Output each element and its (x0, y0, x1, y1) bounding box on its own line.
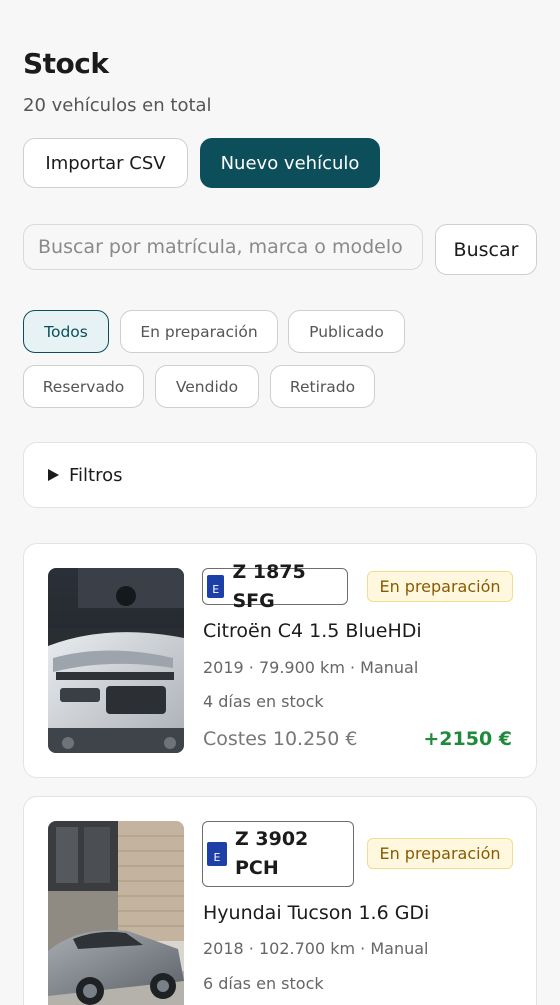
vehicle-photo (48, 568, 184, 753)
filters-toggle[interactable]: Filtros (23, 442, 537, 508)
search-button[interactable]: Buscar (435, 224, 537, 275)
license-plate: E Z 3902 PCH (202, 821, 354, 887)
days-in-stock: 6 días en stock (203, 974, 324, 993)
vehicle-costs: Costes 10.250 € (203, 728, 358, 750)
filter-chip-retirado[interactable]: Retirado (270, 365, 375, 408)
import-csv-button[interactable]: Importar CSV (23, 138, 188, 188)
status-badge: En preparación (367, 838, 513, 869)
filter-chip-publicado[interactable]: Publicado (288, 310, 405, 353)
filter-chip-todos[interactable]: Todos (23, 310, 109, 353)
vehicle-card[interactable]: E Z 3902 PCH En preparación Hyundai Tucs… (23, 796, 537, 1005)
vehicle-photo (48, 821, 184, 1005)
search-input[interactable] (23, 224, 423, 270)
vehicle-model: Citroën C4 1.5 BlueHDi (203, 620, 422, 642)
vehicle-meta: 2019 · 79.900 km · Manual (203, 658, 419, 677)
license-plate: E Z 1875 SFG (202, 560, 348, 612)
plate-country: E (207, 575, 225, 598)
vehicle-margin: +2150 € (423, 728, 512, 750)
filter-chip-vendido[interactable]: Vendido (155, 365, 259, 408)
stock-page: Stock 20 vehículos en total Importar CSV… (0, 0, 560, 1005)
filter-chip-en-preparacion[interactable]: En preparación (120, 310, 278, 353)
vehicle-meta: 2018 · 102.700 km · Manual (203, 939, 429, 958)
vehicle-count: 20 vehículos en total (23, 95, 212, 116)
days-in-stock: 4 días en stock (203, 692, 324, 711)
plate-country: E (207, 842, 227, 866)
triangle-right-icon (48, 469, 59, 481)
status-badge: En preparación (367, 571, 513, 602)
filter-chip-reservado[interactable]: Reservado (23, 365, 144, 408)
vehicle-card[interactable]: E Z 1875 SFG En preparación Citroën C4 1… (23, 543, 537, 778)
grey-hyundai-suv-photo (48, 821, 184, 1005)
page-title: Stock (23, 47, 109, 80)
plate-number: Z 1875 SFG (232, 560, 306, 612)
white-citroen-suv-photo (48, 568, 184, 753)
filters-label: Filtros (69, 464, 123, 486)
plate-number: Z 3902 PCH (235, 828, 309, 879)
new-vehicle-button[interactable]: Nuevo vehículo (200, 138, 380, 188)
vehicle-model: Hyundai Tucson 1.6 GDi (203, 902, 430, 924)
